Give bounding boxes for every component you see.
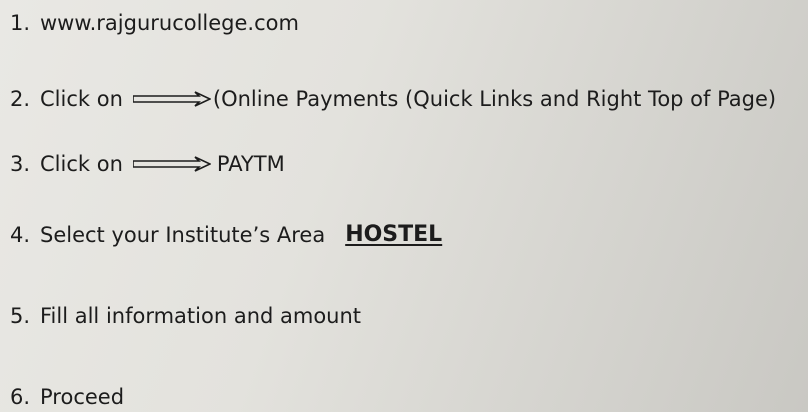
double-arrow-right-icon <box>132 156 211 172</box>
step-6: 6. Proceed <box>10 384 124 410</box>
step-number: 2. <box>10 87 31 111</box>
step-text: Click on <box>40 87 123 111</box>
step-text: Fill all information and amount <box>40 304 362 328</box>
step-target-text: (Online Payments (Quick Links and Right … <box>212 87 777 111</box>
highlight-hostel: HOSTEL <box>345 222 443 247</box>
step-text: www.rajgurucollege.com <box>40 11 299 35</box>
step-number: 3. <box>10 152 31 176</box>
step-number: 5. <box>10 304 31 328</box>
double-arrow-right-icon <box>132 91 211 107</box>
step-3: 3. Click on PAYTM <box>10 151 285 177</box>
step-target-text: PAYTM <box>216 152 285 176</box>
step-5: 5. Fill all information and amount <box>10 303 361 329</box>
step-4: 4. Select your Institute’s Area HOSTEL <box>10 222 442 248</box>
step-number: 4. <box>10 223 31 247</box>
step-text: Click on <box>40 152 123 176</box>
step-2: 2. Click on (Online Payments (Quick Link… <box>10 86 776 112</box>
instruction-sheet: 1. www.rajgurucollege.com 2. Click on (O… <box>0 0 808 412</box>
step-1: 1. www.rajgurucollege.com <box>10 10 299 36</box>
step-text: Proceed <box>40 385 125 409</box>
step-text: Select your Institute’s Area <box>40 223 326 247</box>
step-number: 6. <box>10 385 31 409</box>
step-number: 1. <box>10 11 31 35</box>
